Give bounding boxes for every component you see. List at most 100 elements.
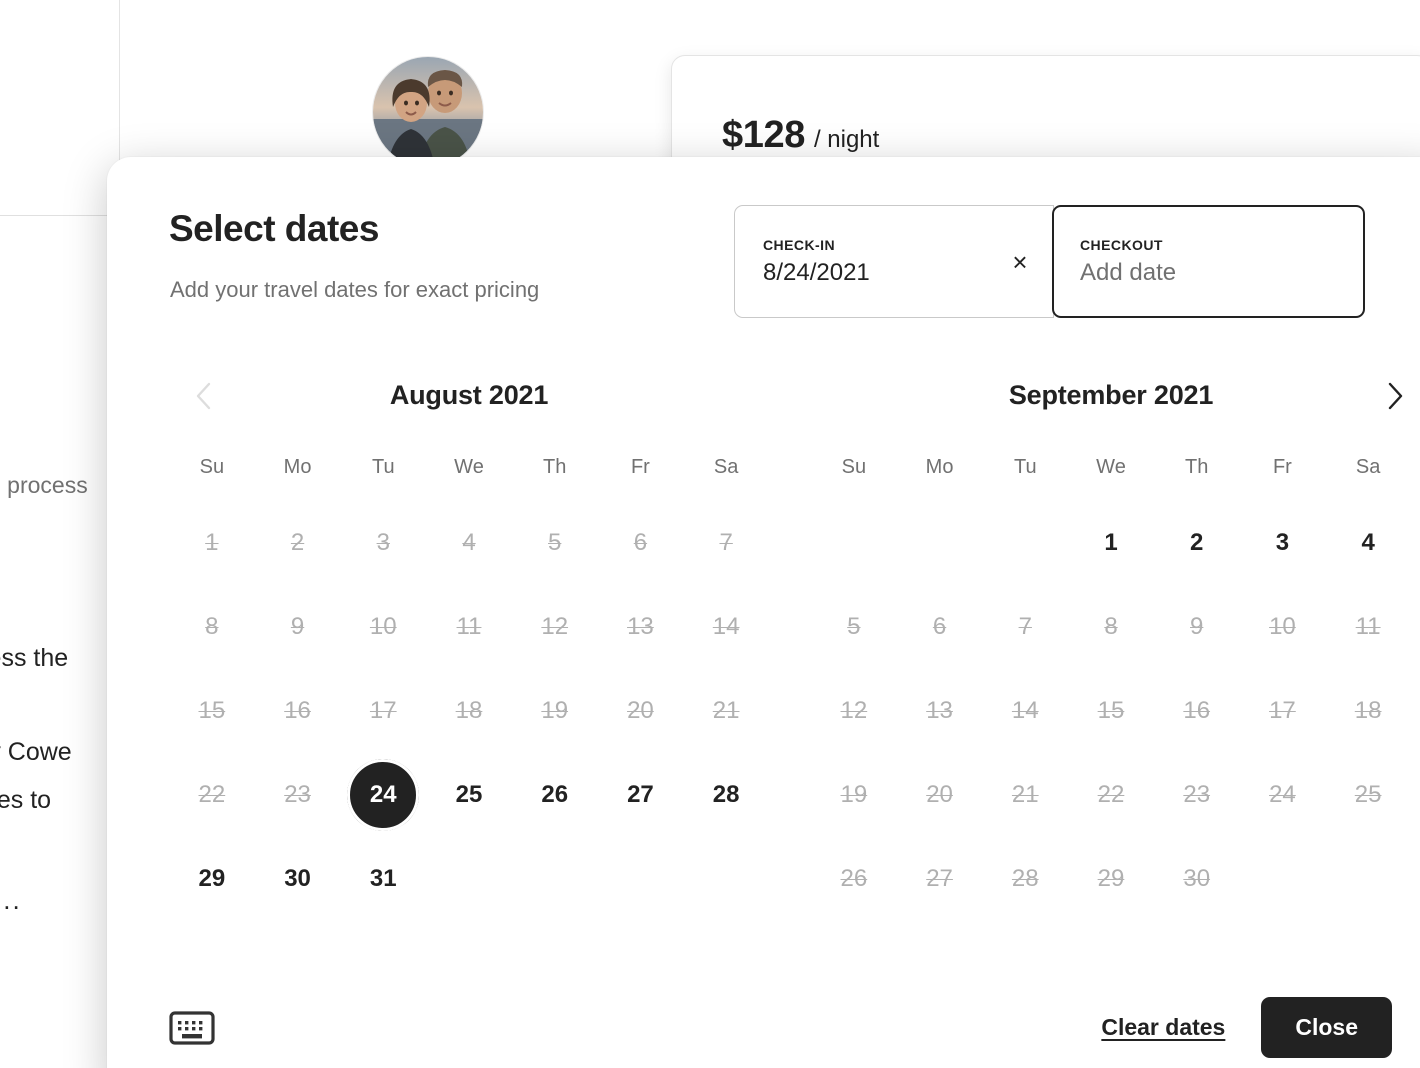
calendar-day[interactable]: 29	[169, 837, 255, 921]
price-line: $128 / night	[722, 114, 879, 157]
calendar-day-number: 8	[1104, 613, 1118, 640]
calendar-day: 20	[598, 669, 684, 753]
calendar-day[interactable]: 2	[1154, 501, 1240, 585]
calendar-day-number: 1	[1104, 529, 1118, 556]
calendar-day: 3	[340, 501, 426, 585]
calendar-day: 21	[982, 753, 1068, 837]
calendar-day-number: 21	[712, 697, 740, 724]
modal-subtitle: Add your travel dates for exact pricing	[170, 277, 540, 302]
calendar-day-number: 26	[840, 865, 868, 892]
calendar-day: 12	[811, 669, 897, 753]
calendar-day[interactable]: 27	[598, 753, 684, 837]
calendar-day: 11	[1325, 585, 1411, 669]
dow-sa: Sa	[713, 456, 739, 478]
calendar-day: 28	[982, 837, 1068, 921]
month-september: September 2021 Su Mo Tu We Th Fr Sa 1234…	[811, 372, 1411, 921]
calendar-day-number: 29	[1097, 865, 1125, 892]
dow-th: Th	[543, 456, 567, 478]
checkin-field[interactable]: CHECK-IN 8/24/2021 ×	[734, 205, 1054, 318]
calendar-day[interactable]: 30	[255, 837, 341, 921]
calendar-day[interactable]: 4	[1325, 501, 1411, 585]
checkout-field[interactable]: CHECKOUT Add date	[1052, 205, 1365, 318]
calendar-day-number: 23	[284, 781, 311, 808]
calendar-day-number: 19	[840, 781, 868, 808]
calendar-day-number: 18	[1354, 697, 1382, 724]
calendar-day-number: 16	[284, 697, 311, 724]
calendar-day: 20	[897, 753, 983, 837]
calendar-day: 6	[897, 585, 983, 669]
background-text-fragment-2: less the	[0, 644, 69, 672]
calendar-day-blank	[811, 501, 897, 585]
keyboard-glyph	[169, 1011, 215, 1045]
days-grid-august: 1 2 3 4 5 6 7 8 9 10 11 12 13 14 15 16 17 18 19 20 21 22 23 24 2…	[169, 501, 769, 921]
calendar-day-number: 16	[1183, 697, 1211, 724]
calendar-day-number: 8	[205, 613, 219, 640]
dow-we: We	[454, 456, 484, 478]
calendar-day[interactable]: 28	[683, 753, 769, 837]
calendar-day[interactable]: 1	[1068, 501, 1154, 585]
calendar-day: 23	[255, 753, 341, 837]
calendar-day-number: 20	[627, 697, 654, 724]
day-headers-august: Su Mo Tu We Th Fr Sa	[169, 456, 769, 479]
calendar-day: 6	[598, 501, 684, 585]
calendar-day: 27	[897, 837, 983, 921]
calendar-day-number: 6	[633, 529, 648, 556]
modal-footer: Clear dates Close	[107, 979, 1420, 1068]
checkout-label: CHECKOUT	[1080, 236, 1163, 253]
calendar-day: 8	[169, 585, 255, 669]
calendar-day: 8	[1068, 585, 1154, 669]
chevron-left-icon[interactable]	[181, 374, 225, 418]
month-august: August 2021 Su Mo Tu We Th Fr Sa 1234567…	[169, 372, 769, 921]
screen: $128 / night g process less the ry Cowe …	[0, 0, 1420, 1068]
avatar-photo	[373, 57, 483, 167]
calendar-day: 7	[683, 501, 769, 585]
calendar-day-number: 4	[462, 529, 476, 556]
chevron-right-icon[interactable]	[1373, 374, 1417, 418]
month-title-august: August 2021	[389, 380, 549, 410]
calendar-day: 17	[340, 669, 426, 753]
calendar-day: 9	[1154, 585, 1240, 669]
calendar-day[interactable]: 24	[340, 753, 426, 837]
dow-fr: Fr	[1272, 456, 1292, 478]
calendar-day: 10	[340, 585, 426, 669]
background-card-left	[0, 0, 120, 216]
calendar-day: 4	[426, 501, 512, 585]
clear-dates-button[interactable]: Clear dates	[1097, 1006, 1229, 1049]
calendar-day[interactable]: 25	[426, 753, 512, 837]
close-button[interactable]: Close	[1261, 997, 1392, 1058]
calendar-day: 10	[1240, 585, 1326, 669]
dow-su: Su	[841, 456, 867, 478]
calendar-day-number: 6	[932, 613, 947, 640]
close-icon[interactable]: ×	[1003, 245, 1037, 279]
calendar-day: 1	[169, 501, 255, 585]
page-title: Select dates	[169, 208, 379, 249]
dow-su: Su	[199, 456, 225, 478]
calendar-day: 14	[982, 669, 1068, 753]
calendar-day[interactable]: 26	[512, 753, 598, 837]
price-unit: / night	[813, 126, 880, 153]
calendar-day: 12	[512, 585, 598, 669]
background-text-fragment-4: utes to	[0, 786, 52, 814]
dow-th: Th	[1185, 456, 1209, 478]
background-text-fragment-3: ry Cowe	[0, 738, 72, 766]
calendar-day[interactable]: 31	[340, 837, 426, 921]
calendar-day-number: 22	[198, 781, 226, 808]
calendar-day: 22	[169, 753, 255, 837]
calendar-day[interactable]: 3	[1240, 501, 1326, 585]
calendar-day-number: 7	[719, 529, 733, 556]
calendar-day: 26	[811, 837, 897, 921]
calendar-day: 21	[683, 669, 769, 753]
keyboard-icon[interactable]	[169, 1007, 221, 1049]
calendar-day-number: 12	[840, 697, 868, 724]
calendar-day-number: 19	[541, 697, 569, 724]
calendar-day: 15	[169, 669, 255, 753]
calendar-day: 22	[1068, 753, 1154, 837]
avatar[interactable]	[372, 56, 484, 168]
calendar-day-number: 25	[455, 781, 483, 808]
calendar-day: 25	[1325, 753, 1411, 837]
calendar-day-number: 30	[1183, 865, 1211, 892]
calendar-day-number: 10	[1269, 613, 1296, 640]
calendar-day-number: 23	[1183, 781, 1211, 808]
calendar-day: 17	[1240, 669, 1326, 753]
calendar-day: 23	[1154, 753, 1240, 837]
